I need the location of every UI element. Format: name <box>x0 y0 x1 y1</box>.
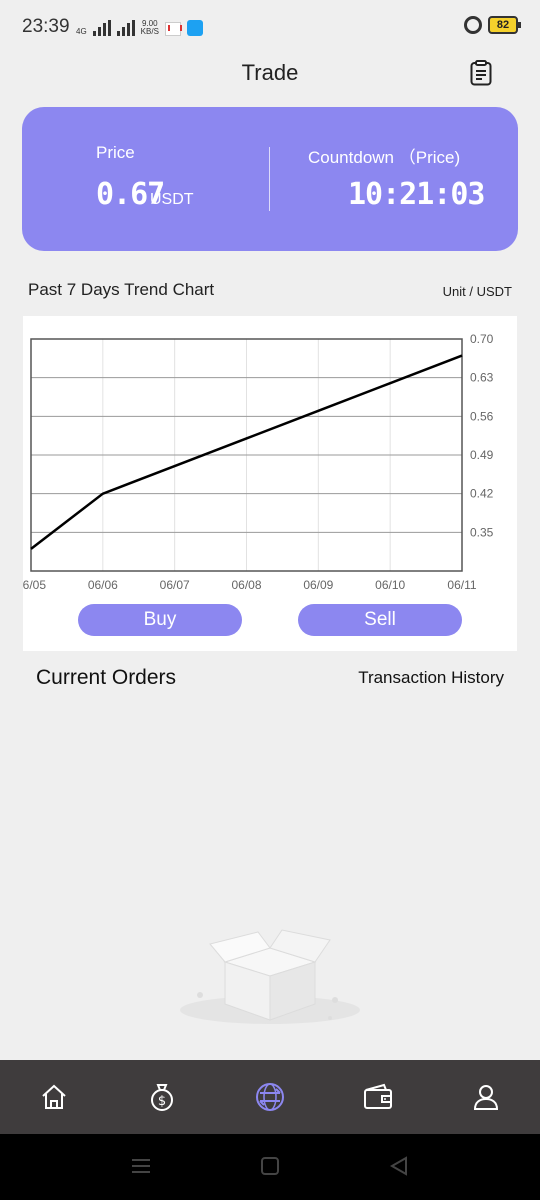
sell-button[interactable]: Sell <box>298 604 462 636</box>
nav-wallet[interactable] <box>324 1060 432 1134</box>
network-type: 4G <box>76 27 87 36</box>
network-speed: 9.00 KB/S <box>141 20 159 36</box>
price-label: Price <box>96 143 135 162</box>
chart-unit: Unit / USDT <box>442 284 512 299</box>
y-tick-label: 0.35 <box>470 525 494 539</box>
y-tick-label: 0.42 <box>470 487 494 501</box>
empty-box-icon <box>180 929 360 1024</box>
card-divider <box>269 147 270 211</box>
clipboard-list-icon[interactable] <box>470 60 492 86</box>
chart-header: Past 7 Days Trend Chart Unit / USDT <box>28 280 512 302</box>
price-card: Price Countdown （Price) 0.67 USDT 10:21:… <box>22 107 518 251</box>
speed-unit: KB/S <box>140 27 159 36</box>
nav-trade[interactable] <box>216 1060 324 1134</box>
home-icon <box>42 1084 66 1109</box>
y-tick-label: 0.63 <box>470 371 494 385</box>
back-icon[interactable] <box>388 1154 410 1178</box>
gmail-icon <box>164 22 182 36</box>
x-tick-label: 06/05 <box>23 578 46 592</box>
exchange-globe-icon <box>256 1083 284 1111</box>
y-tick-label: 0.49 <box>470 448 494 462</box>
transaction-history-link[interactable]: Transaction History <box>358 668 504 688</box>
signal-icon-2 <box>116 20 135 36</box>
x-tick-label: 06/08 <box>231 578 261 592</box>
trend-chart-panel: 0.35 0.42 0.49 0.56 0.63 0.70 06/05 06/06 06/07 0… <box>23 316 517 651</box>
user-icon <box>473 1085 499 1110</box>
x-tick-label: 06/06 <box>88 578 118 592</box>
app-header: Trade <box>0 56 540 92</box>
buy-button[interactable]: Buy <box>78 604 242 636</box>
nav-profile[interactable] <box>432 1060 540 1134</box>
status-bar: 23:39 4G 9.00 KB/S 82 <box>0 0 540 56</box>
battery-icon: 82 <box>488 16 521 34</box>
svg-text:$: $ <box>158 1094 166 1109</box>
countdown-label: Countdown （Price) <box>308 148 461 167</box>
current-orders-tab[interactable]: Current Orders <box>36 666 176 690</box>
countdown-value: 10:21:03 <box>348 177 485 212</box>
y-tick-label: 0.56 <box>470 409 494 423</box>
y-tick-label: 0.70 <box>470 332 494 346</box>
status-time: 23:39 <box>22 16 70 37</box>
bottom-nav: $ <box>0 1060 540 1134</box>
x-tick-label: 06/10 <box>375 578 405 592</box>
page-title: Trade <box>241 60 299 85</box>
money-bag-icon: $ <box>151 1084 173 1111</box>
nav-finance[interactable]: $ <box>108 1060 216 1134</box>
x-tick-label: 06/09 <box>303 578 333 592</box>
trend-chart: 0.35 0.42 0.49 0.56 0.63 0.70 06/05 06/06 06/07 0… <box>23 332 494 592</box>
x-tick-label: 06/11 <box>447 578 476 592</box>
recent-apps-icon[interactable] <box>130 1154 152 1178</box>
price-unit: USDT <box>150 191 194 208</box>
system-nav-bar <box>0 1134 540 1200</box>
nav-home[interactable] <box>0 1060 108 1134</box>
home-button-icon[interactable] <box>260 1154 280 1178</box>
signal-icon <box>92 20 111 36</box>
twitter-icon <box>186 20 203 36</box>
chart-title: Past 7 Days Trend Chart <box>28 280 215 299</box>
wallet-icon <box>364 1083 392 1109</box>
x-tick-label: 06/07 <box>160 578 190 592</box>
status-icons: 4G 9.00 KB/S <box>76 14 203 36</box>
alarm-icon <box>464 16 482 34</box>
